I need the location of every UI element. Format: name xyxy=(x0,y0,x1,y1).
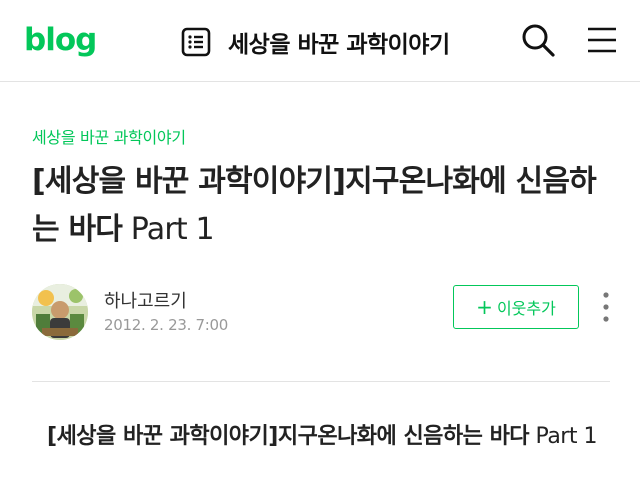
blog-logo[interactable]: blog xyxy=(24,20,97,60)
add-neighbor-button[interactable]: + 이웃추가 xyxy=(453,285,579,329)
search-icon[interactable] xyxy=(520,22,556,58)
more-options-icon[interactable] xyxy=(598,291,614,323)
post-body-heading: [세상을 바꾼 과학이야기]지구온나화에 신음하는 바다 Part 1 xyxy=(30,419,614,455)
post-category-link[interactable]: 세상을 바꾼 과학이야기 xyxy=(32,124,186,148)
top-app-bar: blog 세상을 바꾼 과학이야기 xyxy=(0,0,640,82)
divider xyxy=(32,381,610,382)
avatar-image xyxy=(32,284,88,340)
list-icon xyxy=(181,27,211,57)
blog-title: 세상을 바꾼 과학이야기 xyxy=(228,32,450,58)
post-title: [세상을 바꾼 과학이야기]지구온나화에 신음하는 바다 Part 1 xyxy=(32,158,612,254)
post-body-heading-main: [세상을 바꾼 과학이야기]지구온나화에 신음하는 바다 xyxy=(47,424,530,449)
plus-icon: + xyxy=(476,295,493,319)
post-date: 2012. 2. 23. 7:00 xyxy=(104,316,228,334)
hamburger-menu-icon[interactable] xyxy=(586,25,618,55)
post-title-part: Part 1 xyxy=(130,212,215,247)
post-title-main: [세상을 바꾼 과학이야기]지구온나화에 신음하는 바다 xyxy=(32,164,597,247)
add-neighbor-label: 이웃추가 xyxy=(496,299,556,318)
post-body-heading-part: Part 1 xyxy=(535,424,598,449)
author-name[interactable]: 하나고르기 xyxy=(104,287,187,313)
author-avatar[interactable] xyxy=(32,284,88,340)
blog-title-link[interactable]: 세상을 바꾼 과학이야기 xyxy=(180,22,450,62)
